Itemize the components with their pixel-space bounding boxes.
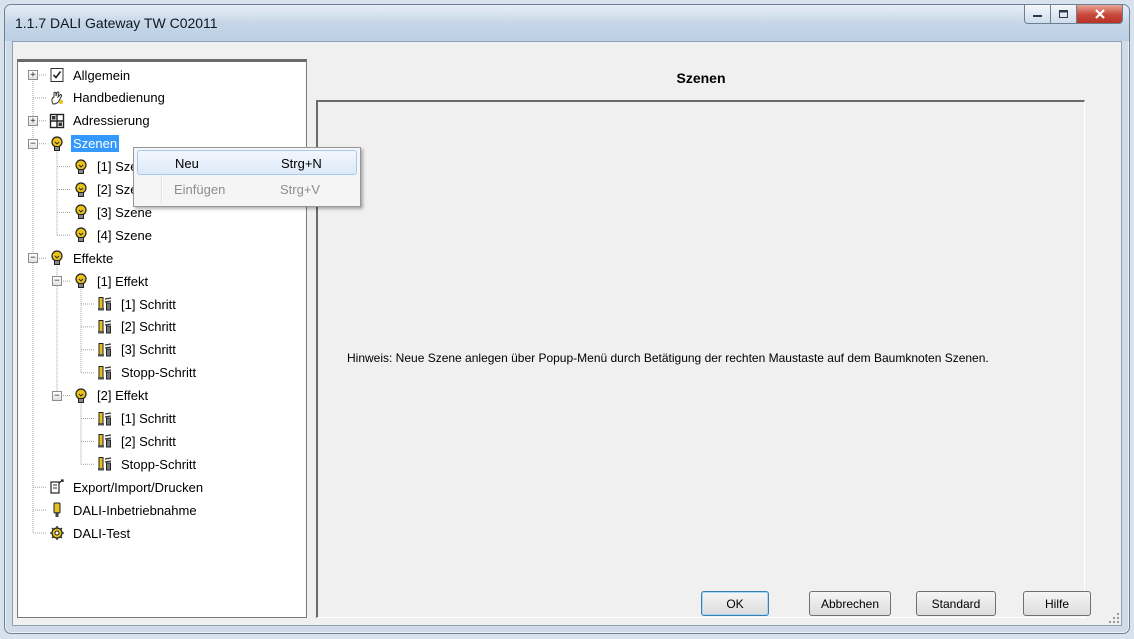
tree-item-label: [1] Effekt [97,273,149,289]
tree-item[interactable]: [1] Schritt [96,409,178,429]
menu-item-new[interactable]: Neu Strg+N [137,150,357,175]
menu-item-shortcut: Strg+V [280,182,321,197]
tree-item[interactable]: Handbedienung [48,88,167,108]
minimize-button[interactable] [1024,5,1051,24]
tree-item-label: Stopp-Schritt [121,365,197,381]
collapse-icon[interactable]: − [28,138,38,149]
collapse-icon[interactable]: − [52,390,62,401]
tree-item-label: DALI-Inbetriebnahme [73,502,197,518]
dialog-buttons: OK Abbrechen Standard Hilfe [13,591,1121,617]
tree-item-label: [2] Schritt [121,433,176,449]
tree-item-label: Adressierung [73,113,150,129]
tree-item-label: DALI-Test [73,525,131,541]
collapse-icon[interactable]: − [52,276,62,287]
step-icon [96,318,114,336]
resize-grip-icon[interactable] [1109,613,1119,623]
export-icon [48,478,66,496]
bulb-icon [72,181,90,199]
tree-item-label: [3] Schritt [121,342,176,358]
tree-item[interactable]: Stopp-Schritt [96,454,198,474]
tree-item-label: Allgemein [73,67,131,83]
bulb-icon [72,272,90,290]
step-icon [96,295,114,313]
bulb-icon [72,203,90,221]
checklist-icon [48,66,66,84]
window-title: 1.1.7 DALI Gateway TW C02011 [15,15,218,31]
bulb-icon [72,158,90,176]
tree-item[interactable]: [2] Effekt [72,386,150,406]
tree-item-label: Export/Import/Drucken [73,479,204,495]
tree-item[interactable]: DALI-Test [48,523,132,543]
ok-button[interactable]: OK [701,591,769,616]
tree-item-label: [4] Szene [97,227,152,243]
dialog-client-area: Allgemein + Handbedienung Adressierung + Szen… [12,41,1122,626]
hand-icon [48,89,66,107]
tree-item[interactable]: Adressierung [48,111,152,131]
tree-item-label: Effekte [73,250,114,266]
bulb-icon [48,249,66,267]
tree-item-label: Szenen [71,135,120,153]
close-icon [1094,9,1105,19]
hint-text: Hinweis: Neue Szene anlegen über Popup-M… [347,351,989,365]
close-button[interactable] [1077,5,1123,24]
cancel-button[interactable]: Abbrechen [809,591,891,616]
context-menu: Neu Strg+N Einfügen Strg+V [133,147,361,207]
tree-item[interactable]: [2] Schritt [96,317,178,337]
tree-item[interactable]: [3] Schritt [96,340,178,360]
tree-item[interactable]: DALI-Inbetriebnahme [48,500,199,520]
maximize-button[interactable] [1051,5,1077,24]
menu-item-label: Neu [175,156,199,171]
step-icon [96,455,114,473]
tree-item[interactable]: [4] Szene [72,225,154,245]
caption-buttons [1024,5,1123,25]
menu-item-shortcut: Strg+N [281,156,322,171]
tree-item-label: [1] Schritt [121,411,176,426]
step-icon [96,341,114,359]
help-button[interactable]: Hilfe [1023,591,1091,616]
maximize-icon [1059,10,1068,18]
tree-item[interactable]: Effekte [48,248,115,268]
menu-item-label: Einfügen [174,182,226,197]
tree-item[interactable]: [2] Schritt [96,431,178,451]
step-icon [96,410,114,428]
gear-icon [48,524,66,542]
tree-item[interactable]: Export/Import/Drucken [48,477,205,497]
expand-icon[interactable]: + [28,70,38,80]
bulb-icon [48,135,66,153]
tree-item[interactable]: Stopp-Schritt [96,363,198,383]
title-bar[interactable]: 1.1.7 DALI Gateway TW C02011 [5,5,1129,41]
step-icon [96,364,114,382]
tree-item[interactable]: Szenen [48,134,120,154]
tree-item[interactable]: [1] Effekt [72,271,150,291]
grid-icon [48,112,66,130]
tree-item[interactable]: Allgemein [48,65,132,85]
bulb-icon [72,226,90,244]
dialog-window: 1.1.7 DALI Gateway TW C02011 Allgemein + H… [4,4,1130,634]
standard-button[interactable]: Standard [916,591,996,616]
content-frame: Hinweis: Neue Szene anlegen über Popup-M… [316,100,1085,618]
content-panel: Szenen Hinweis: Neue Szene anlegen über … [313,59,1089,618]
navigation-tree[interactable]: Allgemein + Handbedienung Adressierung + Szen… [17,59,307,618]
tree-item-label: [2] Effekt [97,388,149,404]
wrench-icon [48,501,66,519]
tree-item-label: Stopp-Schritt [121,456,197,472]
menu-item-paste[interactable]: Einfügen Strg+V [137,177,357,202]
tree-item-label: [1] Schritt [121,296,176,312]
step-icon [96,432,114,450]
tree-item-label: Handbedienung [73,90,165,106]
bulb-icon [72,387,90,405]
collapse-icon[interactable]: − [28,253,38,264]
expand-icon[interactable]: + [28,115,38,126]
tree-item[interactable]: [1] Schritt [96,294,178,314]
page-title: Szenen [676,70,726,86]
tree-item-label: [2] Schritt [121,319,176,335]
minimize-icon [1033,15,1042,17]
